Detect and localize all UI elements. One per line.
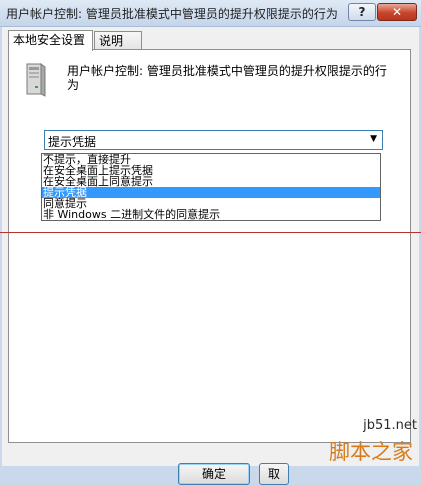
dropdown-option-selected[interactable]: 提示凭据 xyxy=(42,187,380,198)
cancel-button[interactable]: 取 xyxy=(259,463,289,485)
chevron-down-icon[interactable]: ▼ xyxy=(370,134,377,144)
title-bar: 用户帐户控制: 管理员批准模式中管理员的提升权限提示的行为 ? ✕ xyxy=(0,0,421,27)
watermark: jb51.net 脚本之家 xyxy=(281,416,421,466)
dropdown-option[interactable]: 在安全桌面上同意提示 xyxy=(42,176,380,187)
watermark-url: jb51.net xyxy=(363,418,417,433)
watermark-name: 脚本之家 xyxy=(329,440,413,464)
server-icon xyxy=(26,63,46,97)
dialog-body: 本地安全设置 说明 用户帐户控制: 管理员批准模式中管理员的提升权限提示的行为 … xyxy=(2,27,419,485)
help-button[interactable]: ? xyxy=(348,3,376,21)
tab-local-security-setting[interactable]: 本地安全设置 xyxy=(8,30,93,51)
tab-panel: 用户帐户控制: 管理员批准模式中管理员的提升权限提示的行为 提示凭据 ▼ xyxy=(8,49,411,443)
window-title: 用户帐户控制: 管理员批准模式中管理员的提升权限提示的行为 xyxy=(6,7,338,21)
combobox-value: 提示凭据 xyxy=(48,135,97,149)
ok-button[interactable]: 确定 xyxy=(178,463,250,485)
divider-line xyxy=(0,232,421,233)
dropdown-option[interactable]: 非 Windows 二进制文件的同意提示 xyxy=(42,209,380,220)
policy-title: 用户帐户控制: 管理员批准模式中管理员的提升权限提示的行为 xyxy=(67,64,387,92)
close-button[interactable]: ✕ xyxy=(377,3,417,21)
policy-combobox[interactable]: 提示凭据 ▼ xyxy=(44,130,383,150)
dropdown-list[interactable]: 不提示，直接提升 在安全桌面上提示凭据 在安全桌面上同意提示 提示凭据 同意提示… xyxy=(41,153,381,221)
tab-explain[interactable]: 说明 xyxy=(94,31,142,50)
